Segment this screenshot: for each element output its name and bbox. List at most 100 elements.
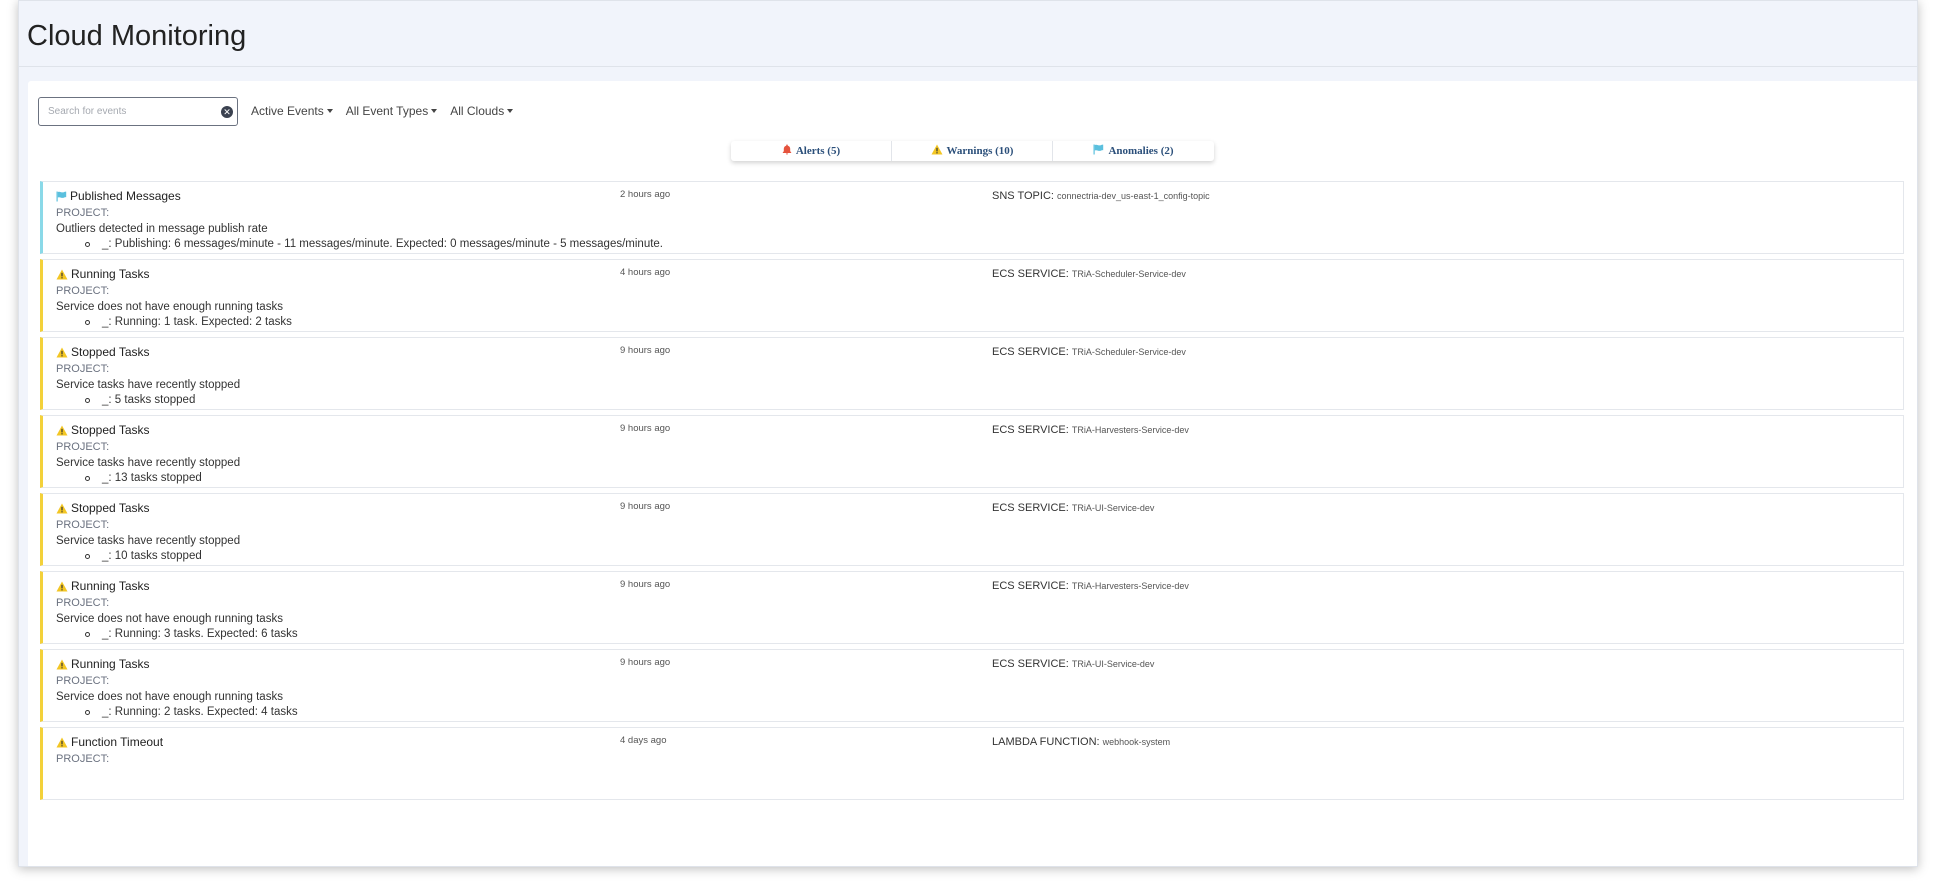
tab-anomalies[interactable]: Anomalies (2) (1053, 141, 1214, 161)
event-title: Running Tasks (71, 657, 150, 671)
app-window: Cloud Monitoring ✕ Active Events All Eve… (18, 0, 1918, 867)
event-resource: ECS SERVICE: TRiA-Scheduler-Service-dev (992, 268, 1186, 280)
event-time: 9 hours ago (620, 501, 671, 512)
warning-icon (56, 581, 68, 592)
event-time: 4 hours ago (620, 267, 671, 278)
event-resource: SNS TOPIC: connectria-dev_us-east-1_conf… (992, 190, 1210, 202)
project-label: PROJECT: (56, 597, 110, 609)
tab-anomalies-label: Anomalies (2) (1108, 145, 1174, 157)
event-card[interactable]: Running Tasks 9 hours ago ECS SERVICE: T… (40, 649, 1904, 722)
event-card[interactable]: Running Tasks 4 hours ago ECS SERVICE: T… (40, 259, 1904, 332)
event-title: Stopped Tasks (71, 501, 150, 515)
project-label: PROJECT: (56, 207, 110, 219)
project-label: PROJECT: (56, 285, 110, 297)
resource-value: TRiA-Scheduler-Service-dev (1071, 269, 1186, 279)
bullet-icon (85, 475, 90, 481)
event-card[interactable]: Stopped Tasks 9 hours ago ECS SERVICE: T… (40, 337, 1904, 410)
filter-toolbar: ✕ Active Events All Event Types All Clou… (38, 96, 514, 126)
warning-icon (56, 737, 68, 748)
bullet-icon (85, 319, 90, 325)
event-card[interactable]: Stopped Tasks 9 hours ago ECS SERVICE: T… (40, 493, 1904, 566)
active-events-dropdown[interactable]: Active Events (251, 104, 333, 118)
event-detail: _: Running: 1 task. Expected: 2 tasks (85, 316, 292, 328)
event-title: Stopped Tasks (71, 423, 150, 437)
resource-value: connectria-dev_us-east-1_config-topic (1057, 191, 1210, 201)
resource-label: ECS SERVICE: (992, 502, 1069, 514)
event-detail-text: _: 13 tasks stopped (102, 472, 202, 484)
event-card[interactable]: Running Tasks 9 hours ago ECS SERVICE: T… (40, 571, 1904, 644)
project-label: PROJECT: (56, 519, 110, 531)
warning-icon (931, 144, 943, 158)
event-detail: _: 5 tasks stopped (85, 394, 195, 406)
event-time: 9 hours ago (620, 345, 671, 356)
event-detail: _: Running: 2 tasks. Expected: 4 tasks (85, 706, 298, 718)
event-types-dropdown[interactable]: All Event Types (346, 104, 438, 118)
event-time: 4 days ago (620, 735, 667, 746)
event-resource: ECS SERVICE: TRiA-Harvesters-Service-dev (992, 580, 1189, 592)
event-resource: ECS SERVICE: TRiA-Scheduler-Service-dev (992, 346, 1186, 358)
event-detail: _: 10 tasks stopped (85, 550, 202, 562)
search-box: ✕ (38, 96, 238, 126)
event-header: Running Tasks (56, 579, 150, 593)
clear-search-icon[interactable]: ✕ (221, 105, 233, 118)
bullet-icon (85, 709, 90, 715)
event-description: Service does not have enough running tas… (56, 301, 283, 313)
event-types-label: All Event Types (345, 104, 429, 118)
flag-icon (1093, 144, 1104, 158)
resource-value: TRiA-Scheduler-Service-dev (1071, 347, 1186, 357)
clouds-label: All Clouds (450, 104, 505, 118)
tab-alerts[interactable]: Alerts (5) (731, 141, 892, 161)
event-description: Outliers detected in message publish rat… (56, 223, 268, 235)
event-header: Function Timeout (56, 735, 163, 749)
resource-label: ECS SERVICE: (992, 658, 1069, 670)
resource-label: ECS SERVICE: (992, 346, 1069, 358)
event-category-tabs: Alerts (5) Warnings (10) Anomalies (2) (731, 141, 1214, 161)
event-description: Service tasks have recently stopped (56, 457, 241, 469)
resource-value: TRiA-UI-Service-dev (1071, 503, 1155, 513)
event-card[interactable]: Stopped Tasks 9 hours ago ECS SERVICE: T… (40, 415, 1904, 488)
events-panel: ✕ Active Events All Event Types All Clou… (28, 81, 1917, 866)
event-detail: _: Publishing: 6 messages/minute - 11 me… (85, 238, 663, 250)
event-title: Published Messages (70, 189, 181, 203)
tab-alerts-label: Alerts (5) (795, 145, 841, 157)
event-resource: ECS SERVICE: TRiA-UI-Service-dev (992, 658, 1154, 670)
bullet-icon (85, 241, 90, 247)
event-title: Stopped Tasks (71, 345, 150, 359)
resource-label: ECS SERVICE: (992, 268, 1069, 280)
event-card[interactable]: Published Messages 2 hours ago SNS TOPIC… (40, 181, 1904, 254)
warning-icon (56, 425, 68, 436)
clouds-dropdown[interactable]: All Clouds (450, 104, 514, 118)
event-title: Running Tasks (71, 267, 150, 281)
bullet-icon (85, 631, 90, 637)
event-header: Stopped Tasks (56, 345, 150, 359)
page-title: Cloud Monitoring (27, 20, 247, 52)
event-detail-text: _: Running: 3 tasks. Expected: 6 tasks (102, 628, 298, 640)
search-input[interactable] (39, 98, 209, 124)
caret-down-icon (507, 109, 514, 113)
event-resource: ECS SERVICE: TRiA-Harvesters-Service-dev (992, 424, 1189, 436)
resource-value: TRiA-Harvesters-Service-dev (1071, 581, 1189, 591)
resource-label: ECS SERVICE: (992, 424, 1069, 436)
event-detail-text: _: 5 tasks stopped (102, 394, 196, 406)
event-time: 9 hours ago (620, 423, 671, 434)
event-card[interactable]: Function Timeout 4 days ago LAMBDA FUNCT… (40, 727, 1904, 800)
caret-down-icon (431, 109, 438, 113)
event-title: Running Tasks (71, 579, 150, 593)
event-detail: _: 13 tasks stopped (85, 472, 202, 484)
event-resource: LAMBDA FUNCTION: webhook-system (992, 736, 1170, 748)
event-time: 9 hours ago (620, 657, 671, 668)
tab-warnings[interactable]: Warnings (10) (892, 141, 1053, 161)
event-detail-text: _: Publishing: 6 messages/minute - 11 me… (102, 238, 664, 250)
resource-label: ECS SERVICE: (992, 580, 1069, 592)
event-header: Running Tasks (56, 267, 150, 281)
bullet-icon (85, 397, 90, 403)
event-description: Service does not have enough running tas… (56, 613, 283, 625)
project-label: PROJECT: (56, 441, 110, 453)
active-events-label: Active Events (251, 104, 324, 118)
page-header: Cloud Monitoring (19, 1, 1917, 67)
warning-icon (56, 503, 68, 514)
event-description: Service does not have enough running tas… (56, 691, 283, 703)
resource-value: webhook-system (1102, 737, 1171, 747)
event-header: Published Messages (56, 189, 181, 203)
resource-value: TRiA-Harvesters-Service-dev (1071, 425, 1189, 435)
